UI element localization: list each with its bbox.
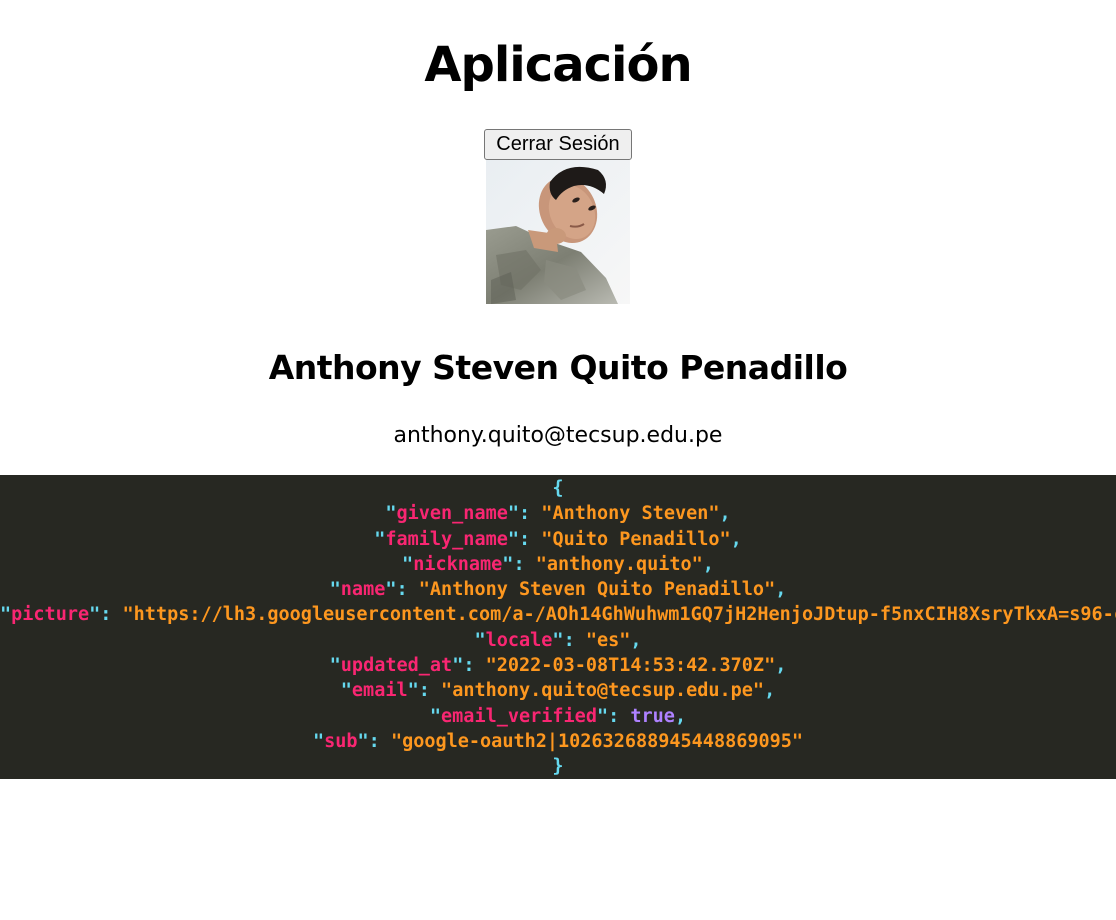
json-quote: " — [541, 503, 553, 525]
json-comma: , — [702, 553, 714, 575]
json-colon: : — [463, 655, 486, 677]
json-quote: " — [418, 579, 430, 601]
json-entry: "updated_at": "2022-03-08T14:53:42.370Z"… — [0, 653, 1116, 678]
json-colon: : — [368, 730, 391, 752]
json-open-brace: { — [552, 478, 564, 499]
json-colon: : — [608, 705, 631, 727]
avatar — [486, 160, 630, 304]
json-quote: " — [764, 579, 776, 601]
json-quote: " — [541, 528, 553, 550]
json-quote: " — [764, 655, 776, 677]
json-key: name — [340, 579, 386, 601]
json-quote: " — [0, 604, 12, 626]
json-key: email — [351, 680, 408, 702]
json-colon: : — [396, 579, 419, 601]
json-colon: : — [519, 503, 542, 525]
json-quote: " — [385, 503, 397, 525]
json-quote: " — [441, 680, 453, 702]
json-comma: , — [730, 528, 742, 550]
json-value: 2022-03-08T14:53:42.370Z — [496, 655, 765, 677]
json-quote: " — [791, 730, 804, 752]
json-key: given_name — [396, 503, 508, 525]
json-close-brace: } — [552, 756, 564, 778]
json-quote: " — [385, 579, 397, 601]
json-key: sub — [324, 730, 358, 752]
json-quote: " — [596, 705, 609, 727]
json-quote: " — [329, 655, 341, 677]
json-key: nickname — [413, 553, 503, 575]
json-quote: " — [312, 730, 325, 752]
json-colon: : — [418, 680, 442, 702]
profile-json-panel: {"given_name": "Anthony Steven", "family_… — [0, 475, 1116, 779]
json-entry: "email": "anthony.quito@tecsup.edu.pe", — [0, 678, 1116, 703]
logout-wrap: Cerrar Sesión — [0, 129, 1116, 160]
json-colon: : — [563, 629, 586, 651]
json-quote: " — [752, 680, 765, 702]
json-quote: " — [452, 655, 464, 677]
json-comma: , — [674, 705, 687, 727]
json-comma: , — [630, 629, 642, 651]
json-quote: " — [502, 553, 514, 575]
json-entry: "nickname": "anthony.quito", — [0, 552, 1116, 577]
json-quote: " — [474, 629, 486, 651]
json-quote: " — [708, 503, 720, 525]
json-quote: " — [585, 629, 597, 651]
json-quote: " — [719, 528, 731, 550]
json-key: family_name — [385, 528, 508, 550]
json-entry: "name": "Anthony Steven Quito Penadillo"… — [0, 577, 1116, 602]
json-entry: "given_name": "Anthony Steven", — [0, 501, 1116, 526]
user-name: Anthony Steven Quito Penadillo — [268, 348, 848, 387]
json-quote: " — [89, 604, 101, 626]
json-value: Anthony Steven Quito Penadillo — [429, 579, 765, 601]
json-comma: , — [775, 579, 787, 601]
json-entry: "email_verified": true, — [0, 704, 1116, 729]
avatar-wrap — [0, 160, 1116, 304]
json-value: google-oauth2|102632688945448869095 — [402, 730, 792, 752]
json-quote: " — [552, 629, 564, 651]
json-quote: " — [507, 528, 520, 550]
json-key: locale — [485, 629, 553, 651]
user-email: anthony.quito@tecsup.edu.pe — [393, 423, 723, 448]
json-quote: " — [691, 553, 703, 575]
json-quote: " — [407, 680, 419, 702]
json-value: es — [596, 629, 620, 651]
json-entries: "given_name": "Anthony Steven", "family_n… — [0, 501, 1116, 754]
json-comma: , — [764, 680, 776, 702]
page-title: Aplicación — [424, 37, 692, 93]
json-quote: " — [507, 503, 520, 525]
json-value: true — [630, 705, 675, 727]
json-entry: "picture": "https://lh3.googleuserconten… — [0, 602, 1116, 627]
json-quote: " — [535, 553, 547, 575]
json-comma: , — [775, 655, 787, 677]
json-entry: "sub": "google-oauth2|102632688945448869… — [0, 729, 1116, 754]
json-quote: " — [122, 604, 134, 626]
json-value: Quito Penadillo — [552, 528, 720, 550]
json-value: anthony.quito — [546, 553, 692, 575]
json-quote: " — [619, 629, 631, 651]
json-entry: "family_name": "Quito Penadillo", — [0, 527, 1116, 552]
json-quote: " — [402, 553, 414, 575]
json-colon: : — [513, 553, 536, 575]
json-comma: , — [719, 503, 731, 525]
json-quote: " — [429, 705, 442, 727]
json-key: updated_at — [340, 655, 453, 677]
json-quote: " — [390, 730, 403, 752]
json-quote: " — [485, 655, 497, 677]
json-quote: " — [357, 730, 369, 752]
json-key: email_verified — [441, 705, 597, 727]
json-entry: "locale": "es", — [0, 628, 1116, 653]
json-key: picture — [11, 604, 90, 626]
logout-button[interactable]: Cerrar Sesión — [484, 129, 632, 160]
json-colon: : — [519, 528, 542, 550]
json-colon: : — [100, 604, 123, 626]
json-quote: " — [374, 528, 386, 550]
app-container: Aplicación Cerrar Sesión Anthony Steven … — [0, 0, 1116, 451]
json-value: https://lh3.googleusercontent.com/a-/AOh… — [133, 604, 1116, 626]
json-quote: " — [329, 579, 341, 601]
json-value: Anthony Steven — [552, 503, 709, 525]
json-value: anthony.quito@tecsup.edu.pe — [452, 680, 753, 702]
json-quote: " — [340, 680, 352, 702]
